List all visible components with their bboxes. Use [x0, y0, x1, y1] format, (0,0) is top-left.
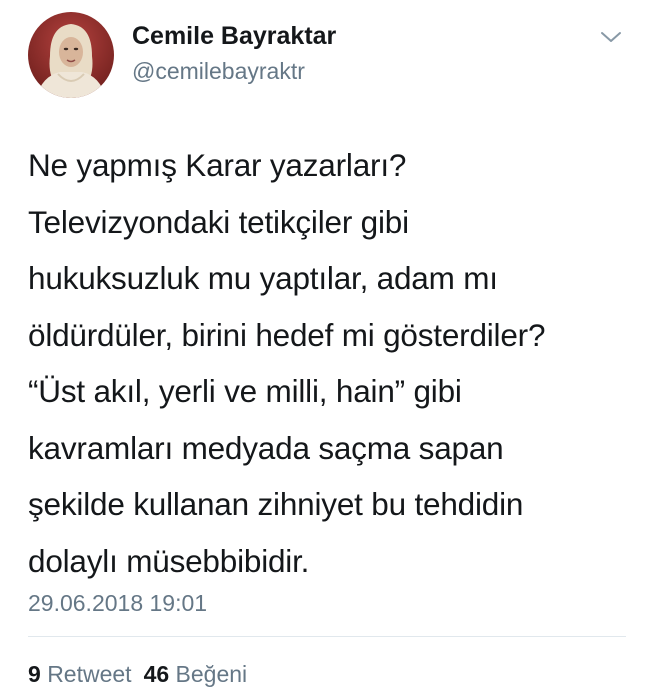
tweet-timestamp[interactable]: 29.06.2018 19:01 [28, 590, 207, 617]
user-handle[interactable]: @cemilebayraktr [132, 58, 305, 85]
retweet-label: Retweet [47, 661, 132, 687]
tweet-text-line: dolaylı müsebbibidir. [28, 542, 310, 579]
tweet-text-line: hukuksuzluk mu yaptılar, adam mı [28, 260, 498, 296]
chevron-down-icon [601, 32, 621, 42]
like-stat[interactable]: 46 Beğeni [144, 661, 248, 687]
tweet-text-line: şekilde kullanan zihniyet bu tehdidin [28, 486, 524, 522]
tweet-text: Ne yapmış Karar yazarları? Televizyondak… [28, 137, 628, 589]
tweet-card: Cemile Bayraktar @cemilebayraktr Ne yapm… [0, 0, 648, 698]
tweet-menu-button[interactable] [598, 28, 624, 46]
like-count: 46 [143, 661, 170, 687]
tweet-text-line: öldürdüler, birini hedef mi gösterdiler? [28, 316, 546, 353]
retweet-stat[interactable]: 9 Retweet [28, 661, 132, 687]
tweet-text-line: Televizyondaki tetikçiler gibi [28, 203, 409, 240]
tweet-text-line: Ne yapmış Karar yazarları? [28, 147, 407, 183]
tweet-text-line: kavramları medyada saçma sapan [28, 429, 504, 466]
profile-photo-icon [28, 12, 114, 98]
like-label: Beğeni [175, 661, 248, 687]
user-display-name[interactable]: Cemile Bayraktar [132, 22, 336, 51]
tweet-text-line: “Üst akıl, yerli ve milli, hain” gibi [28, 373, 462, 409]
divider [28, 636, 626, 637]
retweet-count: 9 [28, 661, 41, 687]
avatar[interactable] [28, 12, 114, 98]
tweet-stats: 9 Retweet 46 Beğeni [28, 661, 247, 688]
